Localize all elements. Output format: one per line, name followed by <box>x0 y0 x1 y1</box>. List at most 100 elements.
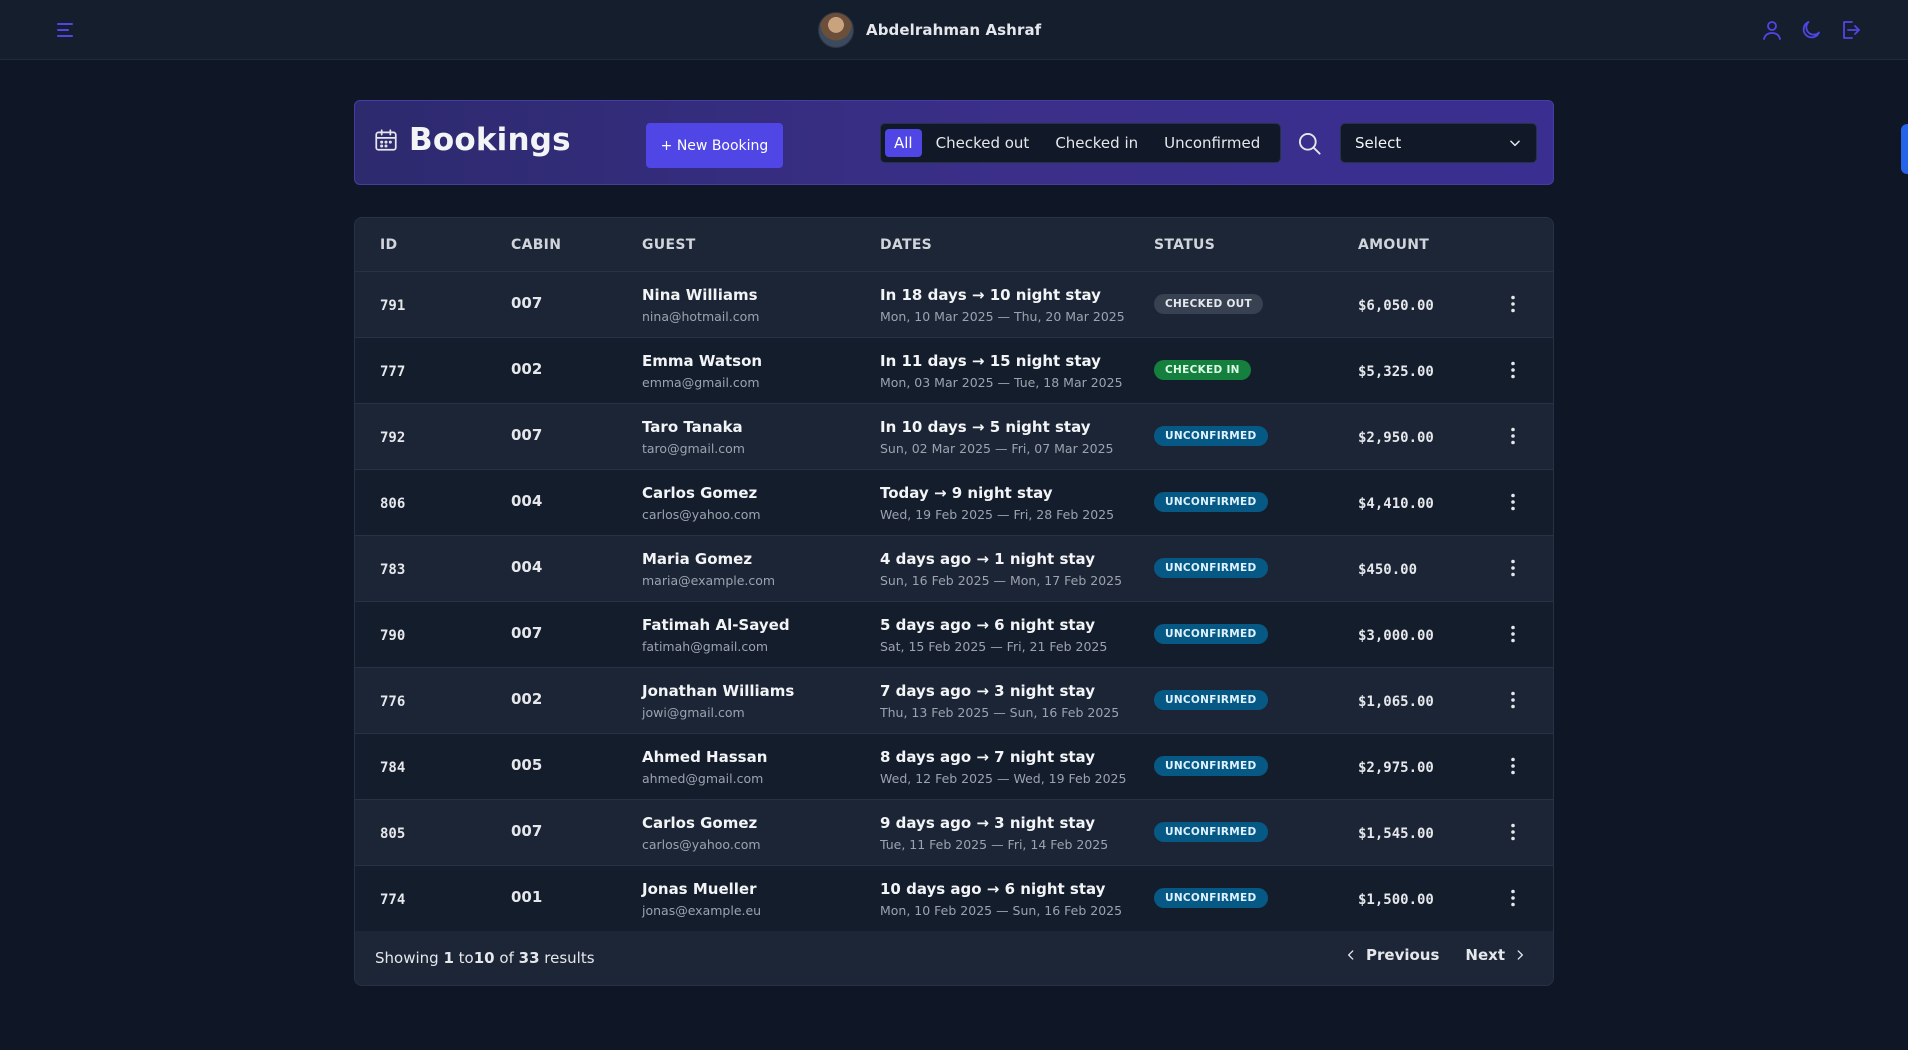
more-options-icon[interactable] <box>1501 754 1525 778</box>
table-row[interactable]: 784 005 Ahmed Hassan ahmed@gmail.com 8 days … <box>355 734 1553 800</box>
filter-unconfirmed[interactable]: Unconfirmed <box>1152 129 1272 157</box>
more-options-icon[interactable] <box>1501 820 1525 844</box>
results-summary: Showing 1 to10 of 33 results <box>375 949 595 967</box>
dates-cell: 9 days ago → 3 night stay Tue, 11 Feb 202… <box>880 814 1108 852</box>
booking-id: 774 <box>380 892 406 908</box>
booking-amount: $4,410.00 <box>1358 496 1434 512</box>
cabin-number: 007 <box>511 624 543 642</box>
status-cell: UNCONFIRMED <box>1154 688 1268 710</box>
filter-checked-in[interactable]: Checked in <box>1043 129 1150 157</box>
guest-email: jonas@example.eu <box>642 903 762 918</box>
column-status: STATUS <box>1154 237 1216 253</box>
more-options-icon[interactable] <box>1501 490 1525 514</box>
table-row[interactable]: 783 004 Maria Gomez maria@example.com 4 days… <box>355 536 1553 602</box>
table-row[interactable]: 805 007 Carlos Gomez carlos@yahoo.com 9 days… <box>355 800 1553 866</box>
table-row[interactable]: 777 002 Emma Watson emma@gmail.com In 11 day… <box>355 338 1553 404</box>
booking-amount: $1,545.00 <box>1358 826 1434 842</box>
range-to: 10 <box>473 949 495 967</box>
table-row[interactable]: 806 004 Carlos Gomez carlos@yahoo.com Today … <box>355 470 1553 536</box>
more-options-icon[interactable] <box>1501 424 1525 448</box>
sort-select[interactable]: Select <box>1340 123 1537 163</box>
guest-name: Maria Gomez <box>642 550 753 568</box>
side-scroll-tab[interactable] <box>1901 124 1908 174</box>
guest-email: ahmed@gmail.com <box>642 771 764 786</box>
booking-id: 806 <box>380 496 406 512</box>
status-badge: CHECKED OUT <box>1154 294 1263 314</box>
status-badge: UNCONFIRMED <box>1154 822 1268 842</box>
more-options-icon[interactable] <box>1501 358 1525 382</box>
showing-label: Showing <box>375 949 439 967</box>
guest-email: jowi@gmail.com <box>642 705 745 720</box>
table-row[interactable]: 790 007 Fatimah Al-Sayed fatimah@gmail.com 5… <box>355 602 1553 668</box>
search-icon[interactable] <box>1296 130 1323 157</box>
guest-cell: Carlos Gomez carlos@yahoo.com <box>642 484 761 522</box>
logout-icon[interactable] <box>1838 18 1862 42</box>
more-options-icon[interactable] <box>1501 622 1525 646</box>
cabin-number: 002 <box>511 360 543 378</box>
next-page-button[interactable]: Next <box>1465 946 1527 964</box>
booking-amount: $2,950.00 <box>1358 430 1434 446</box>
cabin-number: 007 <box>511 294 543 312</box>
moon-icon[interactable] <box>1799 18 1823 42</box>
stay-summary: 5 days ago → 6 night stay <box>880 616 1095 634</box>
chevron-left-icon <box>1348 950 1354 960</box>
status-cell: UNCONFIRMED <box>1154 556 1268 578</box>
guest-name: Ahmed Hassan <box>642 748 768 766</box>
stay-summary: In 11 days → 15 night stay <box>880 352 1101 370</box>
table-row[interactable]: 776 002 Jonathan Williams jowi@gmail.com 7 d… <box>355 668 1553 734</box>
status-cell: UNCONFIRMED <box>1154 754 1268 776</box>
cabin-number: 007 <box>511 426 543 444</box>
filter-all[interactable]: All <box>885 129 922 157</box>
stay-summary: 10 days ago → 6 night stay <box>880 880 1106 898</box>
status-cell: UNCONFIRMED <box>1154 490 1268 512</box>
booking-id: 784 <box>380 760 406 776</box>
results-label: results <box>544 949 595 967</box>
status-badge: UNCONFIRMED <box>1154 690 1268 710</box>
page-title: Bookings <box>409 122 571 158</box>
cabin-number: 004 <box>511 558 543 576</box>
user-icon[interactable] <box>1760 18 1784 42</box>
range-from: 1 <box>443 949 454 967</box>
table-row[interactable]: 774 001 Jonas Mueller jonas@example.eu 10 da… <box>355 866 1553 932</box>
menu-icon[interactable] <box>54 18 78 42</box>
filter-checked-out[interactable]: Checked out <box>924 129 1042 157</box>
table-body: 791 007 Nina Williams nina@hotmail.com In 18… <box>355 272 1553 932</box>
booking-id: 776 <box>380 694 406 710</box>
guest-email: emma@gmail.com <box>642 375 760 390</box>
status-cell: UNCONFIRMED <box>1154 424 1268 446</box>
user-profile[interactable]: Abdelrahman Ashraf <box>818 11 1041 49</box>
previous-label: Previous <box>1366 946 1440 964</box>
guest-name: Jonas Mueller <box>642 880 757 898</box>
column-cabin: CABIN <box>511 237 562 253</box>
status-cell: UNCONFIRMED <box>1154 820 1268 842</box>
table-row[interactable]: 791 007 Nina Williams nina@hotmail.com In 18… <box>355 272 1553 338</box>
dates-cell: 5 days ago → 6 night stay Sat, 15 Feb 202… <box>880 616 1107 654</box>
more-options-icon[interactable] <box>1501 292 1525 316</box>
more-options-icon[interactable] <box>1501 688 1525 712</box>
date-range: Mon, 03 Mar 2025 — Tue, 18 Mar 2025 <box>880 375 1123 390</box>
guest-cell: Fatimah Al-Sayed fatimah@gmail.com <box>642 616 790 654</box>
booking-id: 790 <box>380 628 406 644</box>
guest-name: Emma Watson <box>642 352 763 370</box>
booking-id: 792 <box>380 430 406 446</box>
booking-amount: $2,975.00 <box>1358 760 1434 776</box>
new-booking-button[interactable]: + New Booking <box>646 123 783 168</box>
next-label: Next <box>1465 946 1505 964</box>
status-badge: UNCONFIRMED <box>1154 888 1268 908</box>
avatar[interactable] <box>818 12 854 48</box>
dates-cell: 4 days ago → 1 night stay Sun, 16 Feb 202… <box>880 550 1122 588</box>
date-range: Thu, 13 Feb 2025 — Sun, 16 Feb 2025 <box>880 705 1120 720</box>
table-row[interactable]: 792 007 Taro Tanaka taro@gmail.com In 10 day… <box>355 404 1553 470</box>
date-range: Wed, 19 Feb 2025 — Fri, 28 Feb 2025 <box>880 507 1115 522</box>
calendar-icon <box>375 129 397 151</box>
status-badge: UNCONFIRMED <box>1154 426 1268 446</box>
booking-amount: $1,500.00 <box>1358 892 1434 908</box>
dates-cell: 8 days ago → 7 night stay Wed, 12 Feb 202… <box>880 748 1126 786</box>
status-filter: All Checked out Checked in Unconfirmed <box>880 123 1281 163</box>
pagination: Previous Next <box>1344 946 1527 964</box>
more-options-icon[interactable] <box>1501 886 1525 910</box>
cabin-number: 001 <box>511 888 543 906</box>
dates-cell: In 18 days → 10 night stay Mon, 10 Mar 20… <box>880 286 1125 324</box>
previous-page-button[interactable]: Previous <box>1344 946 1439 964</box>
more-options-icon[interactable] <box>1501 556 1525 580</box>
